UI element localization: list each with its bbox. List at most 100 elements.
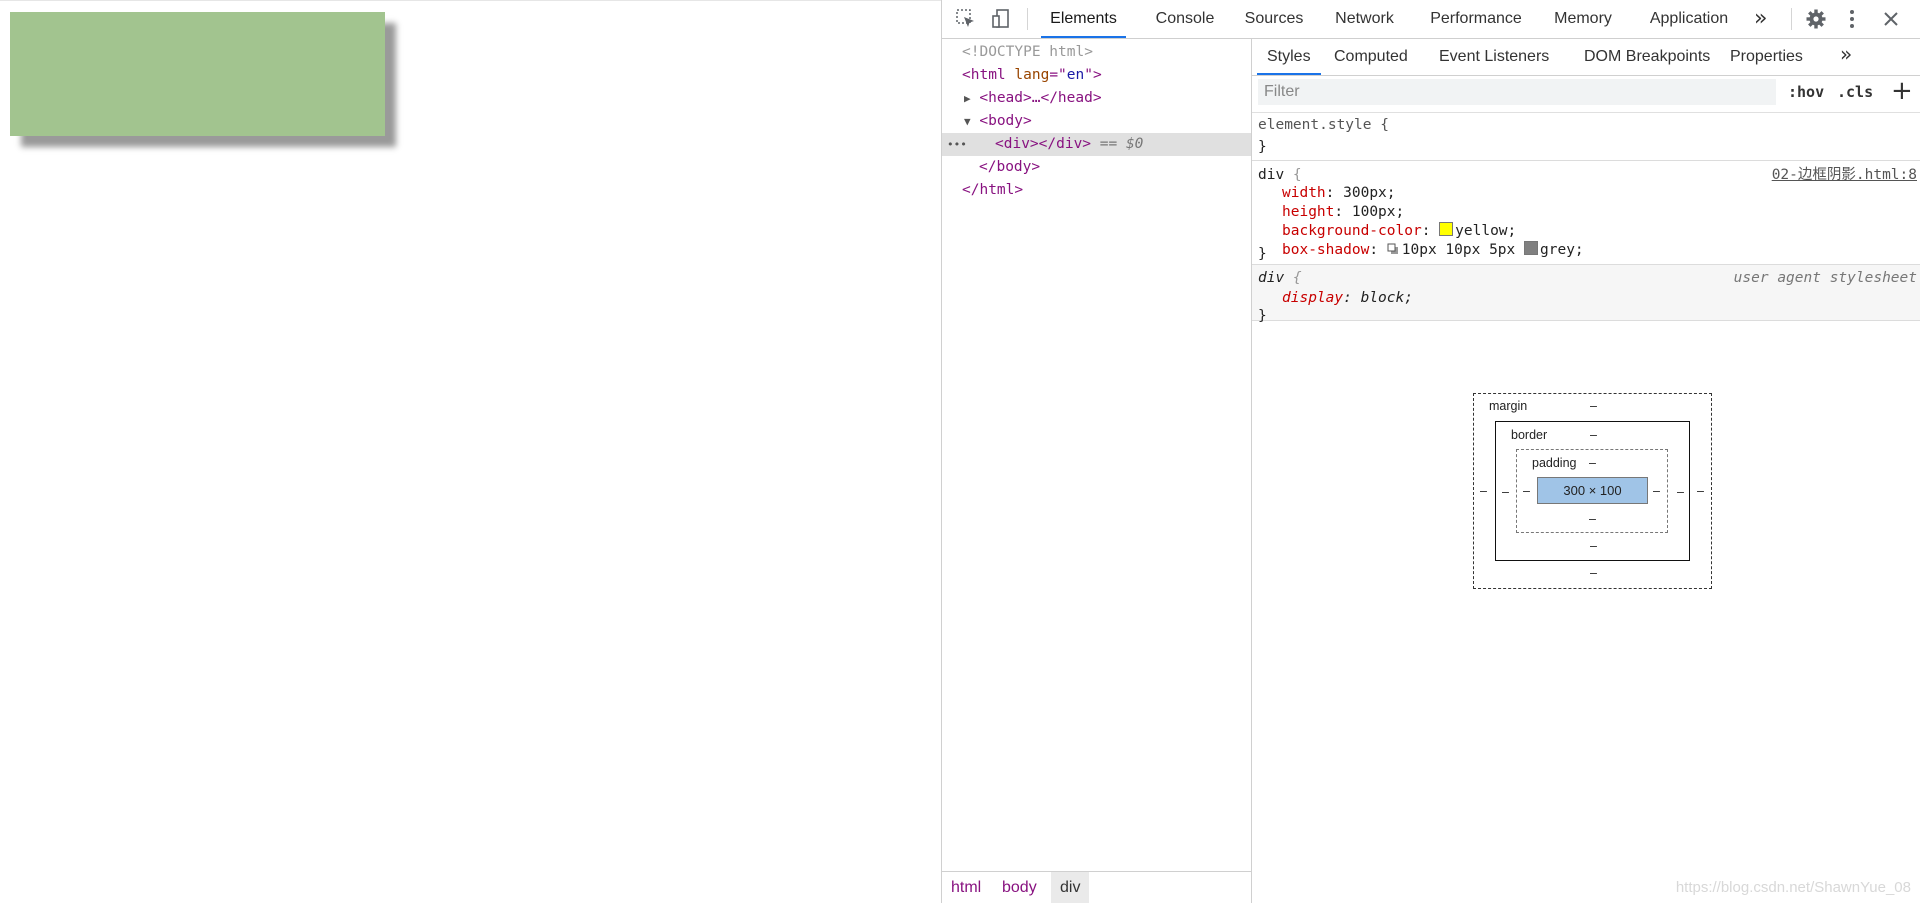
shadow-demo-box (10, 12, 385, 136)
padding-right-value[interactable]: – (1653, 484, 1660, 498)
styles-filter-row: :hov .cls + (1252, 76, 1920, 113)
border-right-value[interactable]: – (1677, 485, 1684, 499)
color-swatch[interactable] (1439, 222, 1454, 236)
head-tag: <head>…</head> (979, 90, 1102, 106)
property-value: block; (1360, 290, 1413, 306)
div-rule-open-brace: { (1284, 167, 1302, 183)
css-declaration-height[interactable]: height: 100px; (1282, 202, 1404, 222)
ua-rule-selector: div (1258, 270, 1285, 286)
breadcrumb-html[interactable]: html (942, 872, 990, 903)
css-declaration-box-shadow[interactable]: box-shadow: 10px 10px 5px grey; (1282, 240, 1584, 260)
tab-memory[interactable]: Memory (1547, 0, 1619, 38)
element-style-selector[interactable]: element.style { (1258, 115, 1389, 135)
tab-properties[interactable]: Properties (1730, 39, 1803, 75)
doctype-text: <!DOCTYPE html> (962, 44, 1093, 60)
tab-network[interactable]: Network (1329, 0, 1400, 38)
styles-filter-input[interactable] (1258, 79, 1776, 105)
elements-dom-tree: <!DOCTYPE html> <html lang="en"> ▶ <head… (942, 39, 1252, 903)
body-close-node[interactable]: </body> (979, 156, 1040, 179)
html-attr-eq: =" (1049, 67, 1067, 83)
toolbar-divider (1791, 8, 1792, 30)
html-attr-name: lang (1014, 67, 1050, 83)
padding-top-value[interactable]: – (1589, 456, 1596, 470)
ua-stylesheet-label: user agent stylesheet (1733, 270, 1917, 286)
toolbar-divider (1027, 8, 1028, 30)
devtools-toolbar: Elements Console Sources Network Perform… (942, 0, 1920, 39)
breadcrumb-body[interactable]: body (993, 872, 1046, 903)
border-bottom-value[interactable]: – (1590, 539, 1597, 553)
styles-sidebar: Styles Computed Event Listeners DOM Brea… (1252, 39, 1920, 903)
border-top-value[interactable]: – (1590, 428, 1597, 442)
tab-sources[interactable]: Sources (1239, 0, 1309, 38)
tab-dom-breakpoints[interactable]: DOM Breakpoints (1584, 39, 1710, 75)
padding-bottom-value[interactable]: – (1589, 512, 1596, 526)
div-rule-selector[interactable]: div (1258, 167, 1284, 183)
css-declaration-display: display: block; (1282, 290, 1413, 306)
body-close-tag: </body> (979, 159, 1041, 175)
element-style-close: } (1258, 139, 1267, 155)
body-node[interactable]: ▼ <body> (964, 110, 1032, 133)
rule-source-link[interactable]: 02-边框阴影.html:8 (1772, 165, 1917, 185)
tab-performance[interactable]: Performance (1421, 0, 1531, 38)
content-box-size[interactable]: 300 × 100 (1537, 477, 1648, 504)
margin-left-value[interactable]: – (1480, 484, 1487, 498)
html-open-tag: <html (962, 67, 1006, 83)
padding-box: padding – – – – 300 × 100 (1516, 449, 1668, 533)
div-rule-header: div { (1258, 165, 1302, 185)
html-close-tag: </html> (962, 182, 1024, 198)
close-icon[interactable] (1880, 8, 1902, 30)
html-node[interactable]: <html lang="en"> (962, 64, 1102, 87)
property-value: 100px; (1351, 204, 1405, 220)
tab-styles[interactable]: Styles (1257, 39, 1321, 75)
property-name: box-shadow (1282, 242, 1370, 258)
html-close-node[interactable]: </html> (962, 179, 1023, 202)
more-tabs-icon[interactable]: » (1754, 6, 1767, 31)
hover-state-toggle[interactable]: :hov (1788, 83, 1824, 101)
padding-label: padding (1532, 456, 1577, 470)
breadcrumb: html body div (942, 871, 1251, 903)
property-value-color: grey; (1540, 242, 1584, 258)
tab-computed[interactable]: Computed (1334, 39, 1408, 75)
doctype-node[interactable]: <!DOCTYPE html> (962, 41, 1093, 64)
inspect-element-icon[interactable] (955, 8, 977, 30)
class-toggle[interactable]: .cls (1837, 83, 1873, 101)
property-name: height (1282, 204, 1335, 220)
box-model-diagram: margin – – – – border – – – – padding – … (1473, 393, 1712, 589)
more-subtabs-icon[interactable]: » (1840, 42, 1852, 66)
margin-right-value[interactable]: – (1697, 484, 1704, 498)
collapse-triangle-icon[interactable]: ▼ (964, 115, 971, 128)
gear-icon[interactable] (1805, 8, 1827, 30)
head-node[interactable]: ▶ <head>…</head> (964, 87, 1102, 110)
color-swatch[interactable] (1524, 241, 1538, 255)
div-tag: <div></div> (995, 136, 1092, 152)
border-box: border – – – – padding – – – – 300 × 100 (1495, 421, 1690, 561)
shadow-editor-icon[interactable] (1387, 241, 1399, 254)
property-name: display (1282, 290, 1344, 306)
tab-elements[interactable]: Elements (1041, 0, 1126, 38)
node-actions-icon[interactable]: ••• (947, 133, 967, 156)
expand-triangle-icon[interactable]: ▶ (964, 92, 971, 105)
html-attr-value: en (1066, 67, 1085, 83)
property-value: 300px; (1343, 185, 1396, 201)
tab-console[interactable]: Console (1150, 0, 1220, 38)
device-toolbar-icon[interactable] (990, 8, 1012, 30)
tab-application[interactable]: Application (1638, 0, 1740, 38)
border-label: border (1511, 428, 1548, 442)
styles-subtabs: Styles Computed Event Listeners DOM Brea… (1252, 39, 1920, 76)
breadcrumb-div[interactable]: div (1051, 872, 1090, 903)
kebab-menu-icon[interactable] (1841, 8, 1863, 30)
selected-marker: == $0 (1099, 136, 1144, 152)
property-value: 10px 10px 5px (1401, 242, 1524, 258)
margin-top-value[interactable]: – (1590, 399, 1597, 413)
new-rule-button[interactable]: + (1891, 76, 1913, 106)
margin-label: margin (1489, 399, 1528, 413)
css-declaration-width[interactable]: width: 300px; (1282, 183, 1396, 203)
selected-div-node[interactable]: ••• <div></div> == $0 (942, 133, 1251, 156)
padding-left-value[interactable]: – (1523, 484, 1530, 498)
tab-event-listeners[interactable]: Event Listeners (1439, 39, 1549, 75)
css-declaration-background-color[interactable]: background-color: yellow; (1282, 221, 1516, 241)
margin-bottom-value[interactable]: – (1590, 566, 1597, 580)
border-left-value[interactable]: – (1502, 485, 1509, 499)
div-rule-close: } (1258, 246, 1267, 262)
element-style-rule: element.style { } (1252, 113, 1920, 161)
